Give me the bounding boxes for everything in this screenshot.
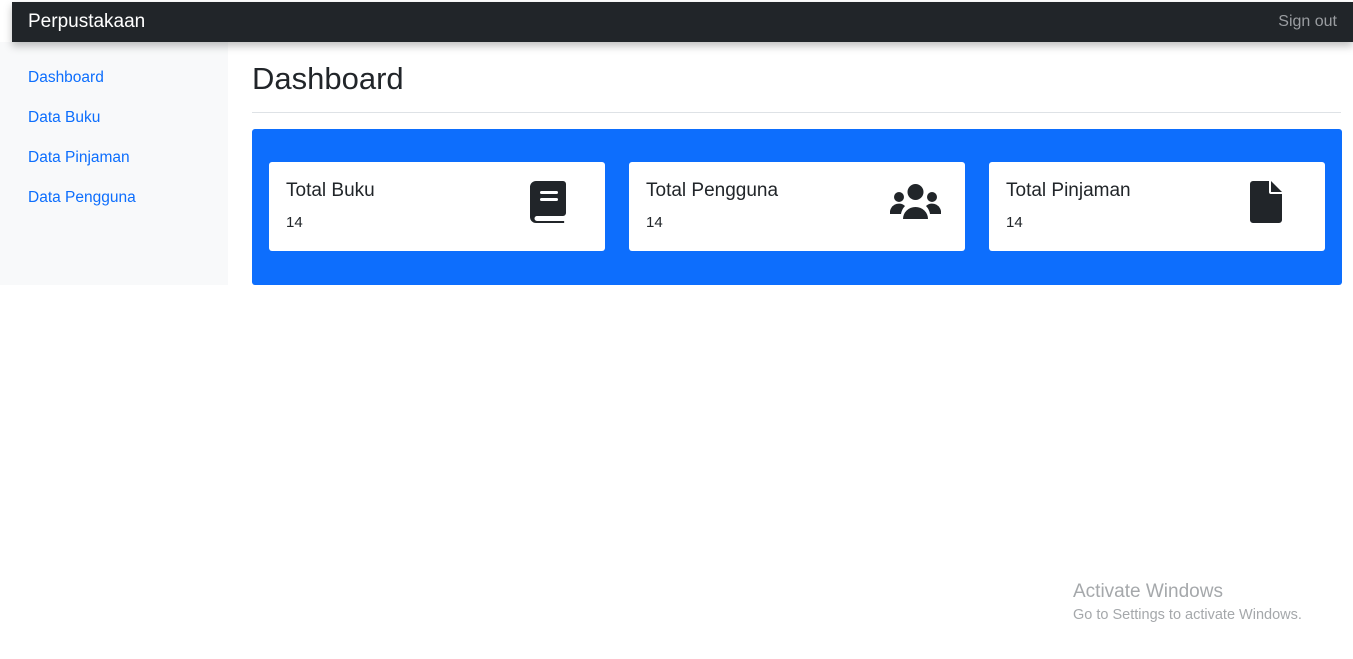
sidebar-item-data-pinjaman[interactable]: Data Pinjaman <box>28 149 130 167</box>
sidebar-item-data-buku[interactable]: Data Buku <box>28 109 100 127</box>
stat-card-total-buku: Total Buku 14 <box>269 162 605 251</box>
sidebar-item-data-pengguna[interactable]: Data Pengguna <box>28 189 136 207</box>
card-value: 14 <box>646 214 663 231</box>
card-title: Total Buku <box>286 180 375 201</box>
book-icon <box>530 181 566 223</box>
page-title: Dashboard <box>252 61 404 96</box>
sidebar: Dashboard Data Buku Data Pinjaman Data P… <box>0 42 228 285</box>
users-icon <box>890 184 941 219</box>
card-title: Total Pinjaman <box>1006 180 1131 201</box>
sign-out-link[interactable]: Sign out <box>1278 2 1337 42</box>
brand-link[interactable]: Perpustakaan <box>28 2 145 42</box>
stats-panel: Total Buku 14 Total Pengguna 14 Total Pi… <box>252 129 1342 285</box>
card-value: 14 <box>1006 214 1023 231</box>
card-value: 14 <box>286 214 303 231</box>
stat-card-total-pengguna: Total Pengguna 14 <box>629 162 965 251</box>
title-divider <box>252 112 1341 113</box>
sidebar-item-dashboard[interactable]: Dashboard <box>28 69 104 87</box>
file-icon <box>1250 181 1282 223</box>
stat-card-total-pinjaman: Total Pinjaman 14 <box>989 162 1325 251</box>
card-title: Total Pengguna <box>646 180 779 201</box>
top-navbar: Perpustakaan Sign out <box>12 2 1353 42</box>
activate-windows-title: Activate Windows <box>1073 581 1223 602</box>
activate-windows-subtitle: Go to Settings to activate Windows. <box>1073 607 1302 623</box>
